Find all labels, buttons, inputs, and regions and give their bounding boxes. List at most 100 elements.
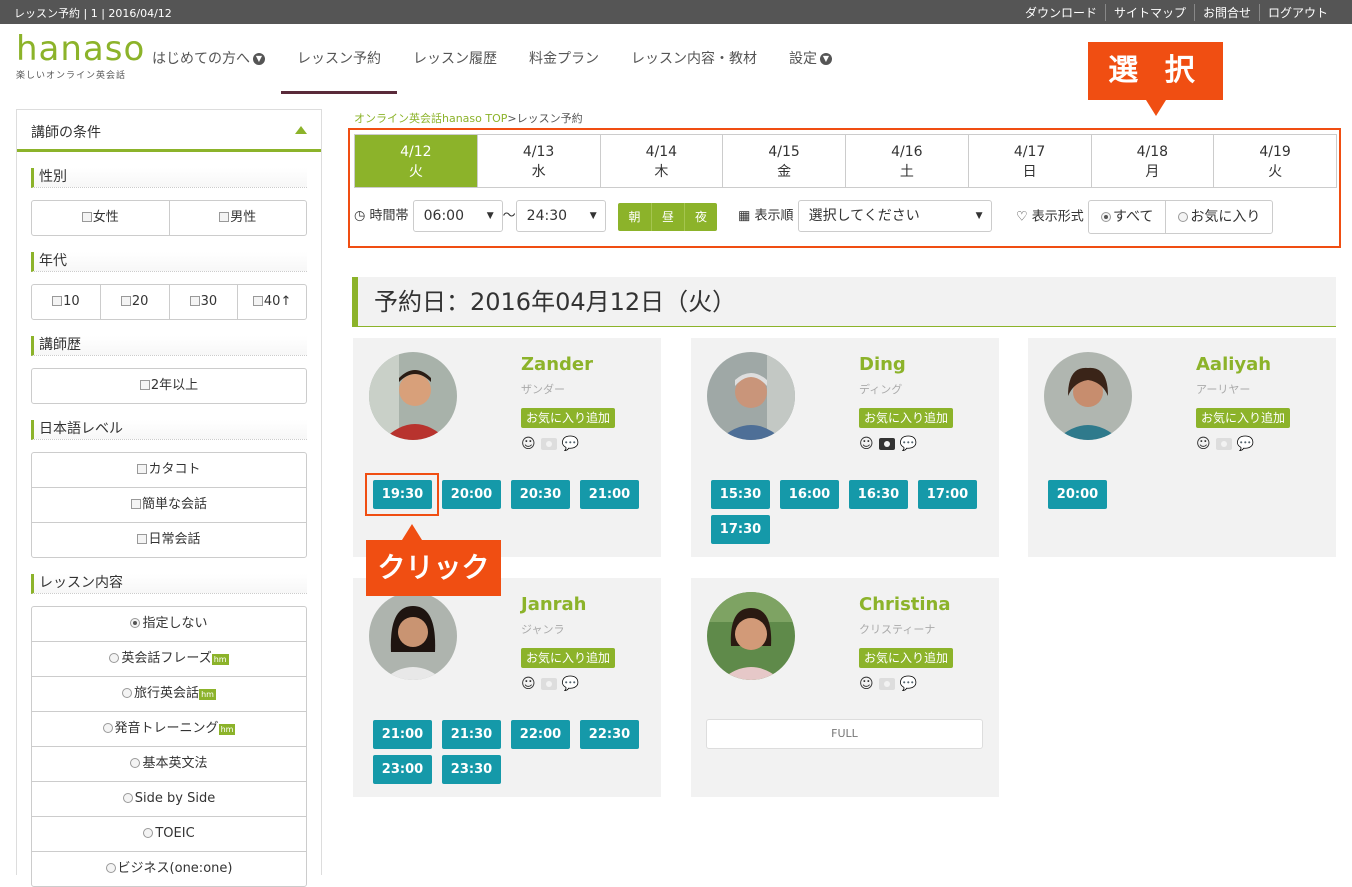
nav-lesson-history[interactable]: レッスン履歴 bbox=[397, 24, 513, 94]
checkbox[interactable] bbox=[81, 212, 92, 222]
time-slot-button[interactable]: 20:30 bbox=[511, 480, 570, 509]
time-slot-button[interactable]: 21:00 bbox=[580, 480, 639, 509]
time-slot-button[interactable]: 16:00 bbox=[780, 480, 839, 509]
teacher-name[interactable]: Ding bbox=[859, 354, 906, 375]
radio[interactable] bbox=[122, 793, 133, 803]
age-40-option[interactable]: 40↑ bbox=[237, 285, 306, 319]
lesson-option[interactable]: 英会話フレーズ hm bbox=[32, 641, 306, 676]
breadcrumb-home[interactable]: オンライン英会話hanaso TOP bbox=[354, 112, 507, 125]
radio[interactable] bbox=[130, 618, 141, 628]
radio[interactable] bbox=[105, 863, 116, 873]
sitemap-link[interactable]: サイトマップ bbox=[1104, 4, 1194, 21]
teacher-name[interactable]: Zander bbox=[521, 354, 593, 375]
gender-female-option[interactable]: 女性 bbox=[32, 201, 169, 235]
age-20-option[interactable]: 20 bbox=[99, 285, 169, 319]
time-slot-button[interactable]: 22:30 bbox=[580, 720, 639, 749]
checkbox[interactable] bbox=[219, 212, 230, 222]
age-10-option[interactable]: 10 bbox=[32, 285, 100, 319]
checkbox[interactable] bbox=[130, 499, 141, 509]
add-favorite-button[interactable]: お気に入り追加 bbox=[521, 408, 616, 428]
time-slot-button[interactable]: 20:00 bbox=[442, 480, 501, 509]
logout-link[interactable]: ログアウト bbox=[1258, 4, 1336, 21]
display-favorite-option[interactable]: お気に入り bbox=[1165, 201, 1272, 233]
teacher-name[interactable]: Aaliyah bbox=[1196, 354, 1271, 375]
day-tab[interactable]: 4/16 土 bbox=[845, 135, 968, 187]
time-to-select[interactable]: 24:30 ▼ bbox=[515, 200, 606, 232]
teacher-photo[interactable] bbox=[369, 592, 457, 680]
radio[interactable] bbox=[109, 653, 120, 663]
teacher-name[interactable]: Janrah bbox=[521, 594, 587, 615]
radio[interactable] bbox=[130, 758, 141, 768]
nav-lesson-content[interactable]: レッスン内容・教材 bbox=[615, 24, 773, 94]
time-from-select[interactable]: 06:00 ▼ bbox=[412, 200, 503, 232]
day-tab[interactable]: 4/13 水 bbox=[476, 135, 600, 187]
japanese-option[interactable]: 簡単な会話 bbox=[32, 487, 306, 522]
order-select[interactable]: 選択してください ▼ bbox=[797, 200, 992, 232]
night-button[interactable]: 夜 bbox=[684, 203, 717, 231]
noon-button[interactable]: 昼 bbox=[651, 203, 684, 231]
japanese-option[interactable]: 日常会話 bbox=[32, 522, 306, 557]
time-slot-button[interactable]: 15:30 bbox=[711, 480, 770, 509]
nav-beginners[interactable]: はじめての方へ ▼ bbox=[136, 24, 281, 94]
nav-settings[interactable]: 設定 ▼ bbox=[773, 24, 848, 94]
radio[interactable] bbox=[143, 828, 154, 838]
day-tab[interactable]: 4/15 金 bbox=[722, 135, 845, 187]
lesson-option[interactable]: 基本英文法 bbox=[32, 746, 306, 781]
day-tab[interactable]: 4/18 月 bbox=[1090, 135, 1214, 187]
download-link[interactable]: ダウンロード bbox=[1017, 4, 1105, 21]
checkbox[interactable] bbox=[120, 296, 131, 306]
lesson-option[interactable]: ビジネス(one:one) bbox=[32, 851, 306, 886]
time-slot-button[interactable]: 17:30 bbox=[711, 515, 770, 544]
radio[interactable] bbox=[102, 723, 113, 733]
nav-lesson-booking[interactable]: レッスン予約 bbox=[281, 24, 397, 94]
nav-pricing[interactable]: 料金プラン bbox=[513, 24, 615, 94]
time-slot-button[interactable]: 17:00 bbox=[918, 480, 977, 509]
time-slot-button[interactable]: 16:30 bbox=[849, 480, 908, 509]
camera-icon bbox=[540, 438, 557, 450]
japanese-option[interactable]: カタコト bbox=[32, 453, 306, 487]
checkbox[interactable] bbox=[252, 296, 263, 306]
checkbox[interactable] bbox=[52, 296, 63, 306]
add-favorite-button[interactable]: お気に入り追加 bbox=[1196, 408, 1291, 428]
teacher-photo[interactable] bbox=[1044, 352, 1132, 440]
time-slot-button[interactable]: 21:30 bbox=[442, 720, 501, 749]
gender-male-option[interactable]: 男性 bbox=[168, 201, 307, 235]
lesson-option[interactable]: Side by Side bbox=[32, 781, 306, 816]
radio[interactable] bbox=[1100, 212, 1111, 222]
time-slot-button[interactable]: 20:00 bbox=[1048, 480, 1107, 509]
time-slot-button[interactable]: 23:30 bbox=[442, 755, 501, 784]
time-slot-button[interactable]: 23:00 bbox=[373, 755, 432, 784]
radio[interactable] bbox=[122, 688, 133, 698]
add-favorite-button[interactable]: お気に入り追加 bbox=[859, 408, 954, 428]
teacher-name[interactable]: Christina bbox=[859, 594, 951, 615]
display-all-option[interactable]: すべて bbox=[1089, 201, 1165, 233]
day-tab[interactable]: 4/14 木 bbox=[599, 135, 723, 187]
day-tab[interactable]: 4/19 火 bbox=[1213, 135, 1336, 187]
sidebar-header[interactable]: 講師の条件 bbox=[17, 110, 321, 152]
checkbox[interactable] bbox=[137, 464, 148, 474]
age-30-option[interactable]: 30 bbox=[168, 285, 238, 319]
add-favorite-button[interactable]: お気に入り追加 bbox=[859, 648, 954, 668]
time-slot-button[interactable]: 22:00 bbox=[511, 720, 570, 749]
checkbox[interactable] bbox=[137, 534, 148, 544]
experience-2y-option[interactable]: 2年以上 bbox=[32, 369, 306, 403]
contact-link[interactable]: お問合せ bbox=[1193, 4, 1259, 21]
collapse-icon[interactable] bbox=[295, 126, 307, 134]
lesson-option[interactable]: TOEIC bbox=[32, 816, 306, 851]
teacher-photo[interactable] bbox=[369, 352, 457, 440]
checkbox[interactable] bbox=[189, 296, 200, 306]
lesson-option[interactable]: 発音トレーニング hm bbox=[32, 711, 306, 746]
add-favorite-button[interactable]: お気に入り追加 bbox=[521, 648, 616, 668]
day-tab[interactable]: 4/17 日 bbox=[967, 135, 1091, 187]
checkbox[interactable] bbox=[139, 380, 150, 390]
lesson-option[interactable]: 指定しない bbox=[32, 607, 306, 641]
lesson-option[interactable]: 旅行英会話 hm bbox=[32, 676, 306, 711]
day-tab[interactable]: 4/12 火 bbox=[355, 135, 477, 187]
time-slot-button[interactable]: 21:00 bbox=[373, 720, 432, 749]
radio[interactable] bbox=[1178, 212, 1189, 222]
logo[interactable]: hanaso 楽しいオンライン英会話 bbox=[16, 30, 145, 81]
morning-button[interactable]: 朝 bbox=[618, 203, 651, 231]
breadcrumb-current: レッスン予約 bbox=[516, 112, 583, 125]
teacher-photo[interactable] bbox=[707, 592, 795, 680]
teacher-photo[interactable] bbox=[707, 352, 795, 440]
